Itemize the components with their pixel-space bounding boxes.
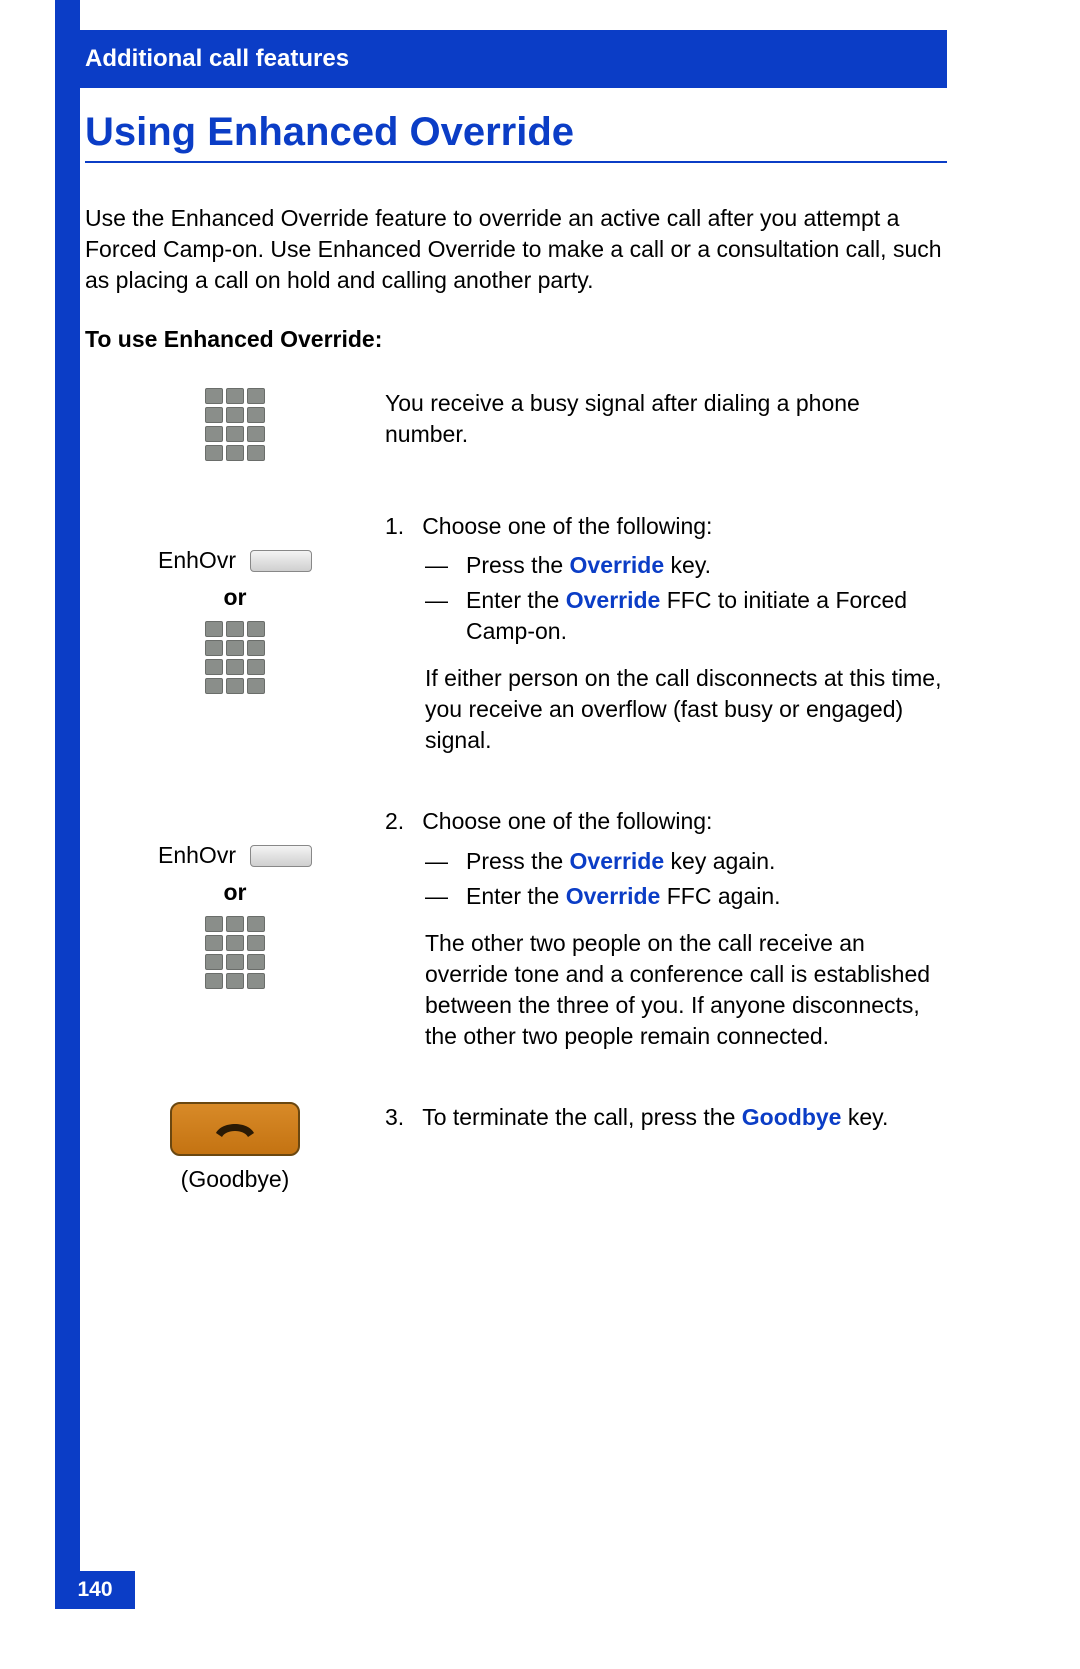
- page-number: 140: [77, 1578, 112, 1602]
- step2-left: EnhOvr or: [85, 806, 385, 989]
- page-number-box: 140: [55, 1571, 135, 1609]
- enhovr-label: EnhOvr: [158, 547, 236, 574]
- enhovr-label: EnhOvr: [158, 842, 236, 869]
- step2-b2-text: Enter the Override FFC again.: [466, 881, 781, 912]
- step1-left: EnhOvr or: [85, 511, 385, 694]
- goodbye-button-icon: [170, 1102, 300, 1156]
- enhovr-key-row: EnhOvr: [158, 842, 312, 869]
- step3-right: 3. To terminate the call, press the Good…: [385, 1102, 947, 1141]
- step1-lead: 1. Choose one of the following:: [385, 511, 947, 542]
- step-row-0: You receive a busy signal after dialing …: [85, 388, 947, 461]
- step1-lead-text: Choose one of the following:: [422, 511, 712, 542]
- or-label: or: [224, 879, 247, 906]
- intro-paragraph: Use the Enhanced Override feature to ove…: [85, 203, 947, 296]
- step3-line: 3. To terminate the call, press the Good…: [385, 1102, 947, 1133]
- or-label: or: [224, 584, 247, 611]
- step1-b2-text: Enter the Override FFC to initiate a For…: [466, 585, 947, 647]
- step2-bullet1: — Press the Override key again.: [425, 846, 947, 877]
- softkey-icon: [250, 550, 312, 572]
- softkey-icon: [250, 845, 312, 867]
- step1-num: 1.: [385, 511, 404, 542]
- dash-icon: —: [425, 585, 448, 647]
- content-area: Using Enhanced Override Use the Enhanced…: [85, 110, 947, 1193]
- handset-icon: [208, 1117, 262, 1141]
- keypad-icon: [205, 388, 265, 461]
- procedure-heading: To use Enhanced Override:: [85, 326, 947, 353]
- step3-text: To terminate the call, press the Goodbye…: [422, 1102, 888, 1133]
- step-row-1: EnhOvr or 1. Choose one of the following…: [85, 511, 947, 756]
- title-rule: [85, 161, 947, 163]
- enhovr-key-row: EnhOvr: [158, 547, 312, 574]
- dash-icon: —: [425, 881, 448, 912]
- step0-text: You receive a busy signal after dialing …: [385, 388, 947, 450]
- step3-num: 3.: [385, 1102, 404, 1133]
- step1-para: If either person on the call disconnects…: [425, 663, 947, 756]
- step2-para: The other two people on the call receive…: [425, 928, 947, 1052]
- step1-bullet2: — Enter the Override FFC to initiate a F…: [425, 585, 947, 647]
- dash-icon: —: [425, 846, 448, 877]
- step2-lead: 2. Choose one of the following:: [385, 806, 947, 837]
- section-header-text: Additional call features: [85, 45, 349, 73]
- step2-bullet2: — Enter the Override FFC again.: [425, 881, 947, 912]
- keypad-icon: [205, 916, 265, 989]
- step2-right: 2. Choose one of the following: — Press …: [385, 806, 947, 1051]
- page-title: Using Enhanced Override: [85, 110, 947, 155]
- section-header: Additional call features: [55, 30, 947, 88]
- step2-num: 2.: [385, 806, 404, 837]
- side-stripe: [55, 0, 80, 1590]
- step1-bullet1: — Press the Override key.: [425, 550, 947, 581]
- keypad-icon: [205, 621, 265, 694]
- step1-b1-text: Press the Override key.: [466, 550, 711, 581]
- step2-b1-text: Press the Override key again.: [466, 846, 775, 877]
- dash-icon: —: [425, 550, 448, 581]
- goodbye-label: (Goodbye): [181, 1166, 290, 1193]
- step0-left: [85, 388, 385, 461]
- step3-left: (Goodbye): [85, 1102, 385, 1193]
- step1-right: 1. Choose one of the following: — Press …: [385, 511, 947, 756]
- step2-lead-text: Choose one of the following:: [422, 806, 712, 837]
- step-row-3: (Goodbye) 3. To terminate the call, pres…: [85, 1102, 947, 1193]
- step-row-2: EnhOvr or 2. Choose one of the following…: [85, 806, 947, 1051]
